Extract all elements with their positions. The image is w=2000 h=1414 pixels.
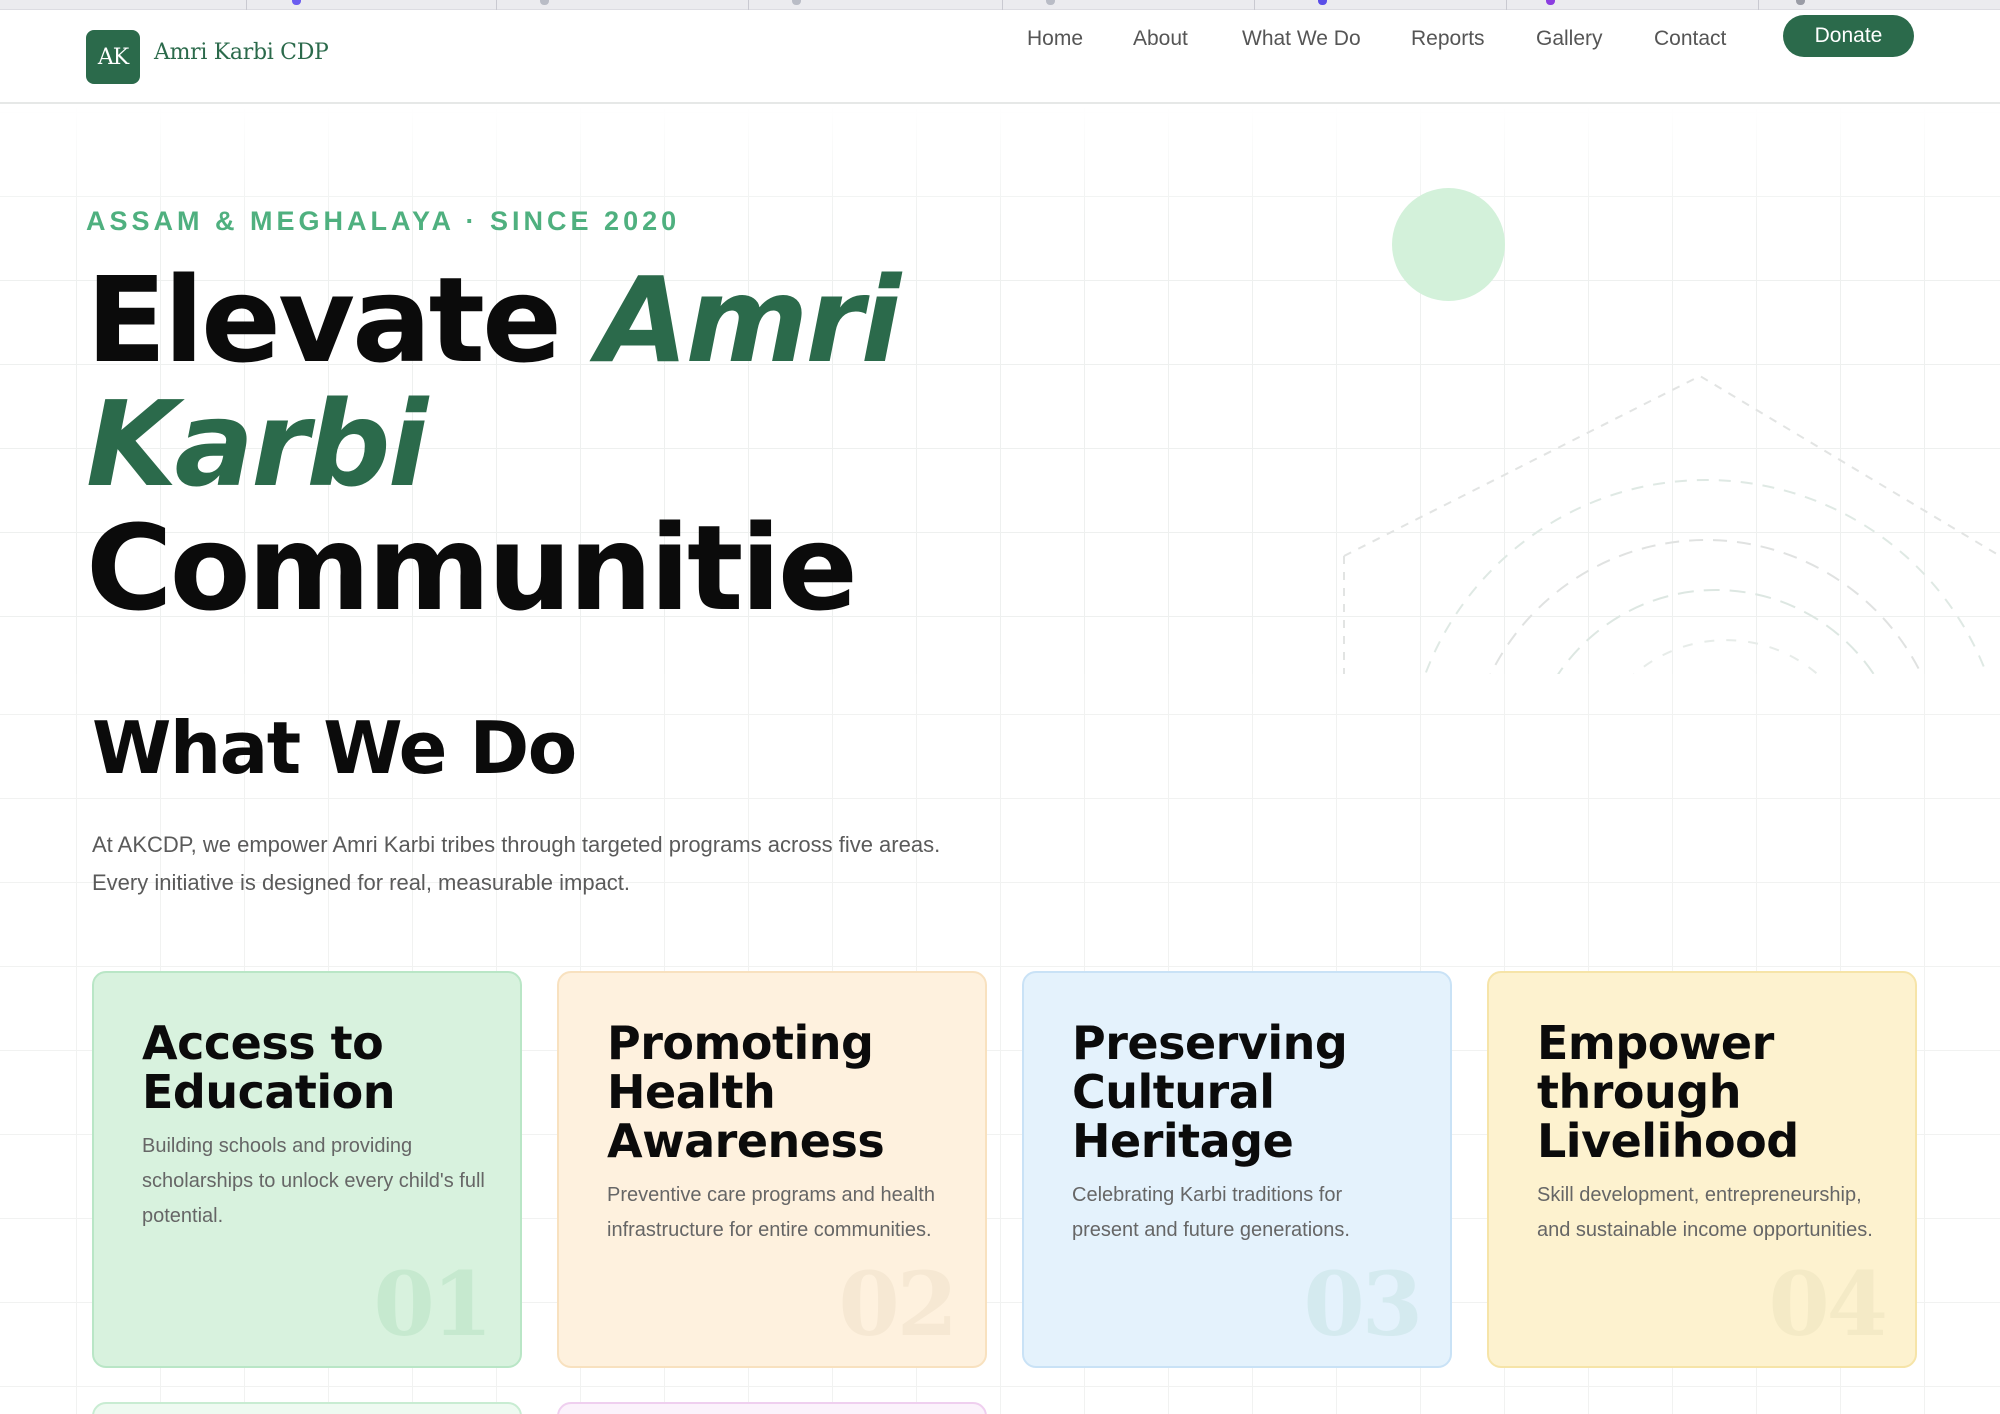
card-number: 01: [373, 1252, 493, 1356]
card-number: 03: [1303, 1252, 1423, 1356]
headline-text: Communitie: [86, 499, 858, 637]
program-card-livelihood[interactable]: Empower through Livelihood Skill develop…: [1487, 971, 1917, 1368]
description-line: At AKCDP, we empower Amri Karbi tribes t…: [92, 832, 941, 857]
program-card-culture[interactable]: Preserving Cultural Heritage Celebrating…: [1022, 971, 1452, 1368]
hero-headline: Elevate Amri Karbi Communitie: [86, 258, 1186, 630]
headline-accent: Karbi: [86, 375, 428, 513]
card-title: Access to Education: [142, 1016, 396, 1119]
tab-separator: [748, 0, 749, 10]
tab-favicon-icon[interactable]: [1546, 0, 1555, 5]
logo-badge[interactable]: AK: [86, 30, 140, 84]
browser-tab-strip: [0, 0, 2000, 10]
program-card-peek[interactable]: [557, 1402, 987, 1414]
brand-name[interactable]: Amri Karbi CDP: [154, 40, 329, 65]
nav-item-home[interactable]: Home: [1027, 27, 1083, 51]
card-text: Celebrating Karbi traditions for present…: [1072, 1184, 1350, 1241]
tab-separator: [246, 0, 247, 10]
tab-separator: [496, 0, 497, 10]
description-line: Every initiative is designed for real, m…: [92, 870, 631, 895]
tab-separator: [1254, 0, 1255, 10]
nav-item-about[interactable]: About: [1133, 27, 1188, 51]
headline-accent: Amri: [597, 251, 901, 389]
card-number: 04: [1768, 1252, 1888, 1356]
nav-item-what-we-do[interactable]: What We Do: [1242, 27, 1361, 51]
tab-favicon-icon[interactable]: [792, 0, 801, 5]
card-text: Building schools and providing scholarsh…: [142, 1135, 485, 1227]
card-text: Skill development, entrepreneurship, and…: [1537, 1184, 1873, 1241]
program-card-education[interactable]: Access to Education Building schools and…: [92, 971, 522, 1368]
tab-favicon-icon[interactable]: [540, 0, 549, 5]
donate-button[interactable]: Donate: [1783, 15, 1914, 57]
card-title: Promoting Health Awareness: [607, 1016, 885, 1168]
card-text: Preventive care programs and health infr…: [607, 1184, 935, 1241]
tab-separator: [1758, 0, 1759, 10]
card-title: Preserving Cultural Heritage: [1072, 1016, 1348, 1168]
decorative-arcs: [1343, 374, 2000, 674]
tab-separator: [1506, 0, 1507, 10]
tab-favicon-icon[interactable]: [1318, 0, 1327, 5]
hero-eyebrow: ASSAM & MEGHALAYA · SINCE 2020: [86, 206, 681, 236]
nav-item-reports[interactable]: Reports: [1411, 27, 1485, 51]
headline-text: Elevate: [86, 251, 598, 389]
tab-favicon-icon[interactable]: [1046, 0, 1055, 5]
program-card-peek[interactable]: [92, 1402, 522, 1414]
nav-item-gallery[interactable]: Gallery: [1536, 27, 1603, 51]
card-number: 02: [838, 1252, 958, 1356]
tab-separator: [1002, 0, 1003, 10]
hero-section: ASSAM & MEGHALAYA · SINCE 2020 Elevate A…: [0, 106, 2000, 674]
nav-item-contact[interactable]: Contact: [1654, 27, 1726, 51]
section-title: What We Do: [92, 706, 577, 790]
site-header: AK Amri Karbi CDP Home About What We Do …: [0, 10, 2000, 104]
tab-favicon-icon[interactable]: [292, 0, 301, 5]
card-title: Empower through Livelihood: [1537, 1016, 1799, 1168]
program-card-health[interactable]: Promoting Health Awareness Preventive ca…: [557, 971, 987, 1368]
tab-favicon-icon[interactable]: [1796, 0, 1805, 5]
section-description: At AKCDP, we empower Amri Karbi tribes t…: [92, 826, 1052, 902]
